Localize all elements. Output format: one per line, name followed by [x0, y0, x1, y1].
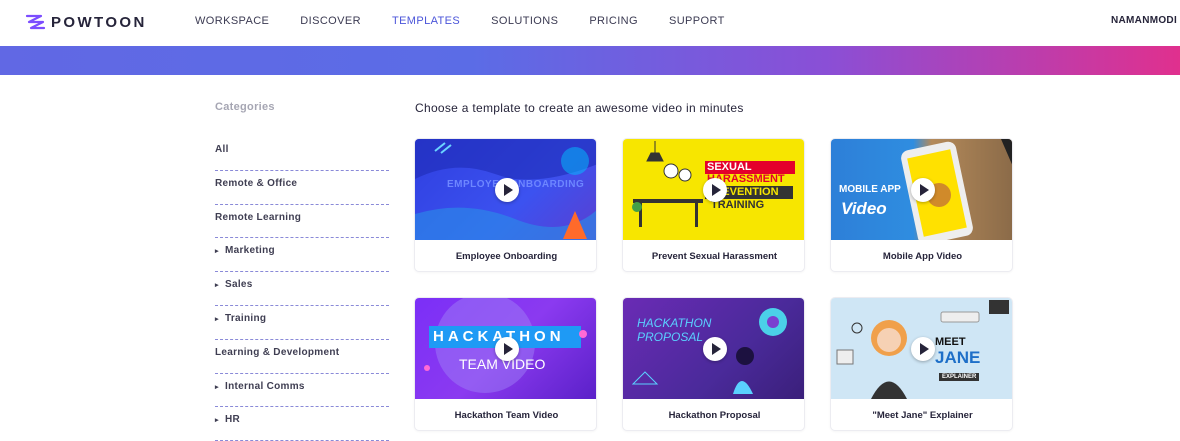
category-label: All — [215, 144, 229, 155]
category-all[interactable]: All — [215, 137, 389, 171]
caret-right-icon: ▸ — [215, 383, 219, 391]
category-label: Remote Learning — [215, 211, 302, 223]
category-marketing[interactable]: ▸ Marketing — [215, 238, 389, 273]
caret-right-icon: ▸ — [215, 248, 219, 256]
caret-right-icon: ▸ — [215, 282, 219, 290]
thumb-title-line: HACKATHON — [637, 316, 712, 330]
nav-pricing[interactable]: PRICING — [589, 15, 638, 27]
template-title: Mobile App Video — [882, 251, 963, 262]
category-sidebar: Categories All Remote & Office Remote Le… — [215, 95, 389, 441]
thumb-title-line: PROPOSAL — [637, 330, 704, 344]
thumb-title-line: EXPLAINER — [939, 373, 980, 381]
category-internal-comms[interactable]: ▸ Internal Comms — [215, 374, 389, 408]
template-card-meet-jane-explainer[interactable]: MEET JANE EXPLAINER "Meet Jane" Explaine… — [830, 297, 1013, 431]
category-training[interactable]: ▸ Training — [215, 306, 389, 340]
category-sales[interactable]: ▸ Sales — [215, 272, 389, 306]
template-thumbnail: MEET JANE EXPLAINER — [831, 298, 1012, 399]
template-title: Prevent Sexual Harassment — [651, 251, 778, 262]
caret-right-icon: ▸ — [215, 417, 219, 425]
category-label: Sales — [225, 279, 253, 291]
play-icon[interactable] — [703, 178, 727, 202]
category-remote-office[interactable]: Remote & Office — [215, 171, 389, 205]
page-heading: Choose a template to create an awesome v… — [415, 101, 744, 115]
category-label: Remote & Office — [215, 177, 298, 189]
powtoon-logo-icon — [25, 14, 46, 30]
template-thumbnail: HACKATHON PROPOSAL — [623, 298, 804, 399]
category-hr[interactable]: ▸ HR — [215, 407, 389, 441]
thumb-title-line: SEXUAL — [707, 161, 752, 173]
top-navigation-bar: POWTOON WORKSPACE DISCOVER TEMPLATES SOL… — [0, 0, 1180, 46]
category-label: Training — [225, 312, 267, 324]
template-title: "Meet Jane" Explainer — [872, 410, 973, 421]
main-nav: WORKSPACE DISCOVER TEMPLATES SOLUTIONS P… — [195, 15, 756, 27]
play-icon[interactable] — [911, 178, 935, 202]
thumb-title-line: MEET — [935, 336, 966, 348]
brand-name: POWTOON — [51, 13, 147, 31]
caret-right-icon: ▸ — [215, 315, 219, 323]
template-card-employee-onboarding[interactable]: EMPLOYEE ONBOARDING Employee Onboarding — [414, 138, 597, 272]
category-label: Learning & Development — [215, 346, 340, 358]
category-learning-development[interactable]: Learning & Development — [215, 340, 389, 374]
nav-templates[interactable]: TEMPLATES — [392, 15, 460, 27]
play-icon[interactable] — [495, 337, 519, 361]
template-card-hackathon-team-video[interactable]: HACKATHON TEAM VIDEO Hackathon Team Vide… — [414, 297, 597, 431]
category-label: HR — [225, 414, 241, 426]
nav-workspace[interactable]: WORKSPACE — [195, 15, 269, 27]
hero-banner — [0, 46, 1180, 75]
nav-solutions[interactable]: SOLUTIONS — [491, 15, 558, 27]
template-title: Hackathon Proposal — [668, 410, 761, 421]
nav-support[interactable]: SUPPORT — [669, 15, 725, 27]
template-thumbnail: EMPLOYEE ONBOARDING — [415, 139, 596, 240]
template-card-hackathon-proposal[interactable]: HACKATHON PROPOSAL Hackathon Proposal — [622, 297, 805, 431]
template-thumbnail: MOBILE APP Video — [831, 139, 1012, 240]
thumb-title-line: JANE — [935, 348, 981, 367]
category-label: Marketing — [225, 245, 275, 257]
template-card-mobile-app-video[interactable]: MOBILE APP Video Mobile App Video — [830, 138, 1013, 272]
powtoon-logo[interactable]: POWTOON — [24, 11, 147, 33]
play-icon[interactable] — [703, 337, 727, 361]
template-thumbnail: HACKATHON TEAM VIDEO — [415, 298, 596, 399]
user-menu[interactable]: NAMANMODI — [1111, 15, 1177, 26]
template-card-prevent-sexual-harassment[interactable]: SEXUAL HARASSMENT PREVENTION TRAINING Pr… — [622, 138, 805, 272]
nav-discover[interactable]: DISCOVER — [300, 15, 361, 27]
template-title: Hackathon Team Video — [454, 410, 559, 421]
play-icon[interactable] — [911, 337, 935, 361]
thumb-title-line: MOBILE APP — [839, 184, 901, 195]
category-remote-learning[interactable]: Remote Learning — [215, 205, 389, 239]
category-label: Internal Comms — [225, 380, 305, 392]
sidebar-title: Categories — [215, 101, 275, 113]
thumb-title-line: Video — [841, 199, 887, 218]
template-title: Employee Onboarding — [455, 251, 558, 262]
template-thumbnail: SEXUAL HARASSMENT PREVENTION TRAINING — [623, 139, 804, 240]
play-icon[interactable] — [495, 178, 519, 202]
